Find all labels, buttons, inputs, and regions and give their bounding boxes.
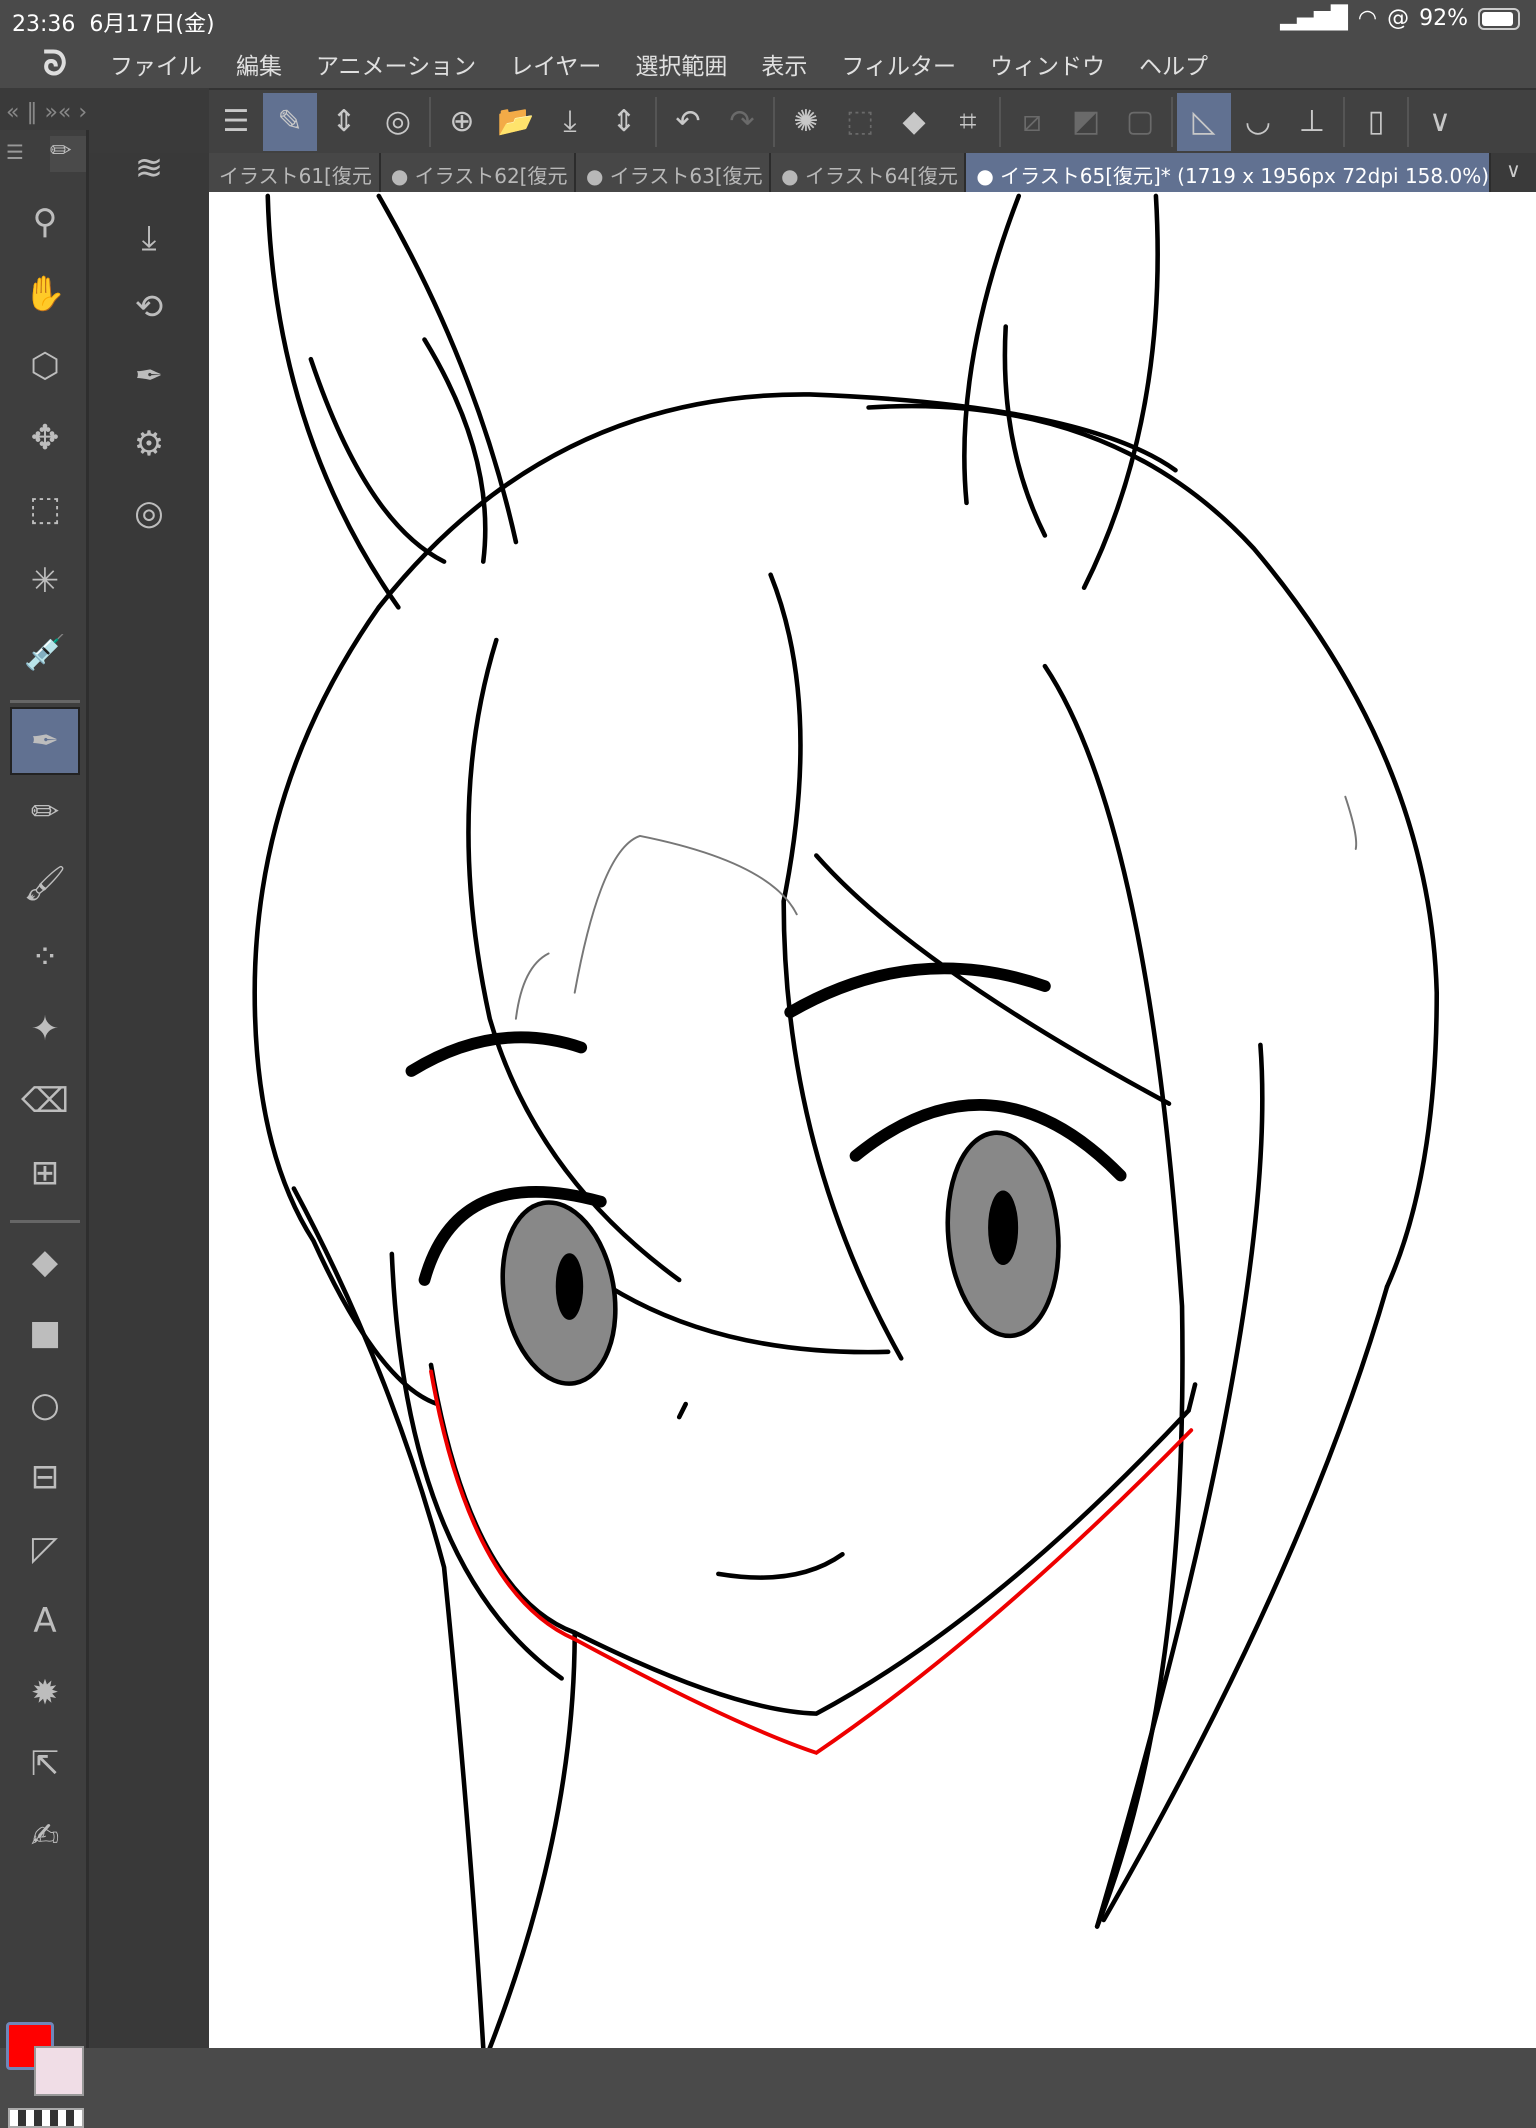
toolbar-separator: [1407, 96, 1409, 147]
status-bar: 23:36 6月17日(金) ▂▄▆█ ◠ @92%: [0, 0, 1536, 40]
tool-pen-icon[interactable]: ✒: [10, 706, 80, 775]
navigator-icon[interactable]: ⟲: [119, 277, 179, 337]
tool-fill-icon[interactable]: ◆: [10, 1228, 80, 1296]
tool-zoom-icon[interactable]: ⚲: [10, 188, 80, 256]
selection-border-icon[interactable]: ▢: [1113, 93, 1167, 151]
tool-move-icon[interactable]: ✥: [10, 404, 80, 472]
toolbar-separator: [773, 96, 775, 147]
menu-item[interactable]: 編集: [236, 47, 282, 81]
canvas-tab[interactable]: ● イラスト62[復元: [380, 153, 576, 192]
toolbar-separator: [655, 96, 657, 147]
orientation-lock-icon: @: [1387, 6, 1410, 31]
tool-airbrush-icon[interactable]: ⁘: [10, 923, 80, 991]
tool-eyedropper-icon[interactable]: 💉: [10, 619, 80, 687]
undo-icon[interactable]: ↶: [661, 93, 715, 151]
brush-selected-icon[interactable]: ✎: [263, 92, 317, 151]
invert-icon[interactable]: ◩: [1059, 93, 1113, 151]
tool-palette: ☰ ✏ ⚲ ✋ ⬡ ✥ ⬚ ✳ 💉 ✒ ✏ 🖌 ⁘ ✦ ⌫ ⊞ ◆ ■ ○ ⊟ ◸ A ✹ ⇱ ✍: [0, 130, 89, 2128]
ruler-snap-icon[interactable]: ◺: [1177, 92, 1231, 151]
tool-selection-icon[interactable]: ⬚: [10, 475, 80, 543]
tool-blend-icon[interactable]: ⊞: [10, 1139, 80, 1207]
drawing-canvas[interactable]: [209, 192, 1536, 2048]
menu-item[interactable]: レイヤー: [510, 47, 601, 81]
ruler-line-icon[interactable]: ⊥: [1285, 93, 1339, 151]
tool-figure-icon[interactable]: ○: [10, 1371, 80, 1439]
signal-icon: ▂▄▆█: [1280, 6, 1348, 31]
menu-item[interactable]: ファイル: [110, 47, 202, 81]
app-logo[interactable]: ᘐ: [0, 44, 110, 84]
tabs-more-button[interactable]: ∨: [1491, 153, 1536, 192]
tool-pencil-icon[interactable]: ✏: [10, 778, 80, 846]
wifi-icon: ◠: [1357, 6, 1378, 31]
sketch-artwork: [252, 193, 1440, 2048]
menu-bar: ᘐ ファイル 編集 アニメーション レイヤー 選択範囲 表示 フィルター ウィンドウ ヘルプ: [0, 40, 1536, 88]
palette-menu-icon[interactable]: ☰: [6, 140, 46, 170]
date: 6月17日(金): [89, 12, 215, 37]
clear-selection-icon[interactable]: ⧄: [1005, 93, 1059, 151]
up-down-icon[interactable]: ⇕: [317, 93, 371, 151]
save-icon[interactable]: ⤓: [543, 93, 597, 151]
menu-item[interactable]: フィルター: [841, 47, 956, 81]
clock: 23:36: [12, 12, 76, 37]
tool-text-icon[interactable]: A: [10, 1587, 80, 1655]
tool-ruler-icon[interactable]: ◸: [10, 1515, 80, 1583]
import-icon[interactable]: ⤓: [119, 208, 179, 268]
toolbar-separator: [429, 96, 431, 147]
sub-palette: ≋ ⤓ ⟲ ✒ ⚙ ◎: [89, 148, 209, 2048]
canvas-tabs: イラスト61[復元 ● イラスト62[復元 ● イラスト63[復元 ● イラスト64[…: [209, 153, 1536, 192]
divider: [10, 1220, 80, 1223]
tool-eraser-icon[interactable]: ⌫: [10, 1067, 80, 1135]
sub-tool-detail-icon[interactable]: ✒: [119, 346, 179, 406]
tool-gradient-icon[interactable]: ■: [10, 1299, 80, 1367]
tool-hand-icon[interactable]: ✋: [10, 260, 80, 328]
command-bar: ☰ ✎ ⇕ ◎ ⊕ 📂 ⤓ ⇕ ↶ ↷ ✺ ⬚ ◆ ⌗ ⧄ ◩ ▢ ◺ ◡ ⊥ ▯ ∨: [209, 88, 1536, 153]
tool-frame-icon[interactable]: ⊟: [10, 1443, 80, 1511]
layer-icon[interactable]: ≋: [119, 138, 179, 198]
toolbar-separator: [1171, 96, 1173, 147]
select-dim-icon[interactable]: ⬚: [833, 93, 887, 151]
brush-size-icon[interactable]: ◎: [119, 483, 179, 543]
menu-item[interactable]: 選択範囲: [635, 47, 727, 81]
battery-level: 92%: [1419, 6, 1468, 31]
pencil-tab-icon[interactable]: ✏: [50, 136, 86, 172]
tool-lasso-fill-icon[interactable]: ✍: [10, 1802, 80, 1870]
toolbar-separator: [999, 96, 1001, 147]
menu-item[interactable]: ヘルプ: [1139, 47, 1208, 81]
loading-icon[interactable]: ✺: [779, 93, 833, 151]
up-down-icon[interactable]: ⇕: [597, 93, 651, 151]
canvas-tab[interactable]: ● イラスト64[復元: [771, 153, 967, 192]
tool-decoration-icon[interactable]: ✦: [10, 995, 80, 1063]
device-icon[interactable]: ▯: [1349, 93, 1403, 151]
redo-icon[interactable]: ↷: [715, 93, 769, 151]
spiral-icon[interactable]: ◎: [371, 93, 425, 151]
toolbar-separator: [1343, 96, 1345, 147]
chevron-down-icon[interactable]: ∨: [1413, 93, 1467, 151]
battery-icon: [1478, 7, 1520, 30]
new-canvas-icon[interactable]: ⊕: [435, 93, 489, 151]
menu-item[interactable]: 表示: [761, 47, 807, 81]
open-icon[interactable]: 📂: [489, 93, 543, 151]
tool-auto-select-icon[interactable]: ✳: [10, 547, 80, 615]
canvas-tab[interactable]: ● イラスト65[復元]* (1719 x 1956px 72dpi 158.0…: [966, 153, 1491, 192]
tool-correct-line-icon[interactable]: ⇱: [10, 1730, 80, 1798]
canvas-tab[interactable]: イラスト61[復元: [209, 153, 381, 192]
transparent-color-swatch[interactable]: [8, 2108, 84, 2128]
tool-balloon-icon[interactable]: ✹: [10, 1659, 80, 1727]
ruler-bowl-icon[interactable]: ◡: [1231, 93, 1285, 151]
sub-color-swatch[interactable]: [34, 2046, 84, 2096]
transform-icon[interactable]: ⌗: [941, 93, 995, 151]
canvas-tab[interactable]: ● イラスト63[復元: [576, 153, 772, 192]
menu-item[interactable]: アニメーション: [316, 47, 476, 81]
tool-object-icon[interactable]: ⬡: [10, 332, 80, 400]
tool-brush-icon[interactable]: 🖌: [10, 850, 80, 918]
menu-icon[interactable]: ☰: [209, 93, 263, 151]
menu-item[interactable]: ウィンドウ: [990, 47, 1105, 81]
fill-icon[interactable]: ◆: [887, 93, 941, 151]
tool-property-icon[interactable]: ⚙: [119, 414, 179, 474]
divider: [10, 700, 80, 703]
